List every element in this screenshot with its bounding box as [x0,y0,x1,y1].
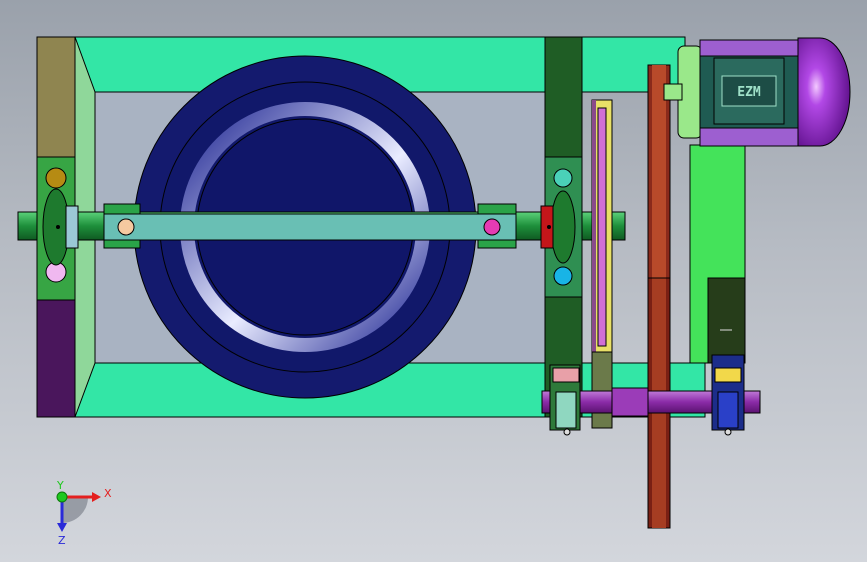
right-bearing-bolt-bottom [553,266,573,286]
right-bearing-dot [547,225,551,229]
triad-z-label: Z [58,534,66,547]
motor-support-bracket [707,277,746,364]
coordinate-triad: X Y Z [56,479,112,547]
motor-end-dome [797,37,851,147]
motor-shaft-stub [663,83,683,101]
motor-fins-top [699,39,799,57]
lower-left-bearing-body [555,391,577,429]
lower-right-bearing-cap [714,367,742,383]
arm-pin-left [117,218,135,236]
left-bearing-bolt-top [45,167,67,189]
shaft-collar [611,387,649,417]
triad-shadow [62,497,88,523]
lower-right-bearing-bolt [724,428,732,436]
motor-fins-bottom [699,127,799,147]
left-bearing-dot [56,225,60,229]
motor-nameplate-text: EZM [737,85,761,100]
pulley-flange-left [592,100,596,352]
right-bearing-insert [550,190,576,264]
driven-pulley[interactable] [591,99,613,429]
lower-right-bearing[interactable] [711,354,745,436]
left-bearing-collar [65,205,79,249]
pulley-lower-web [591,351,613,429]
cad-viewport[interactable]: EZM X Y Z [0,0,867,562]
pulley-groove [597,107,607,347]
lower-left-bearing-bolt [563,428,571,436]
triad-y-label: Y [56,479,64,492]
right-bearing[interactable] [540,156,583,298]
lower-left-bearing[interactable] [549,364,581,436]
triad-y-axis [56,491,68,503]
drive-belt[interactable] [647,64,671,529]
lower-right-bearing-body [717,391,739,429]
triad-x-arrow [92,492,101,502]
triad-z-arrow [57,523,67,532]
electric-motor[interactable]: EZM [663,37,851,147]
tie-arm [103,213,517,241]
triad-x-label: X [104,487,112,500]
right-bearing-bolt-top [553,168,573,188]
left-bearing[interactable] [36,156,79,301]
lower-left-bearing-cap [552,367,580,383]
frame-left-post-upper [36,36,76,158]
arm-pin-right [483,218,501,236]
frame-left-post-lower [36,299,76,418]
